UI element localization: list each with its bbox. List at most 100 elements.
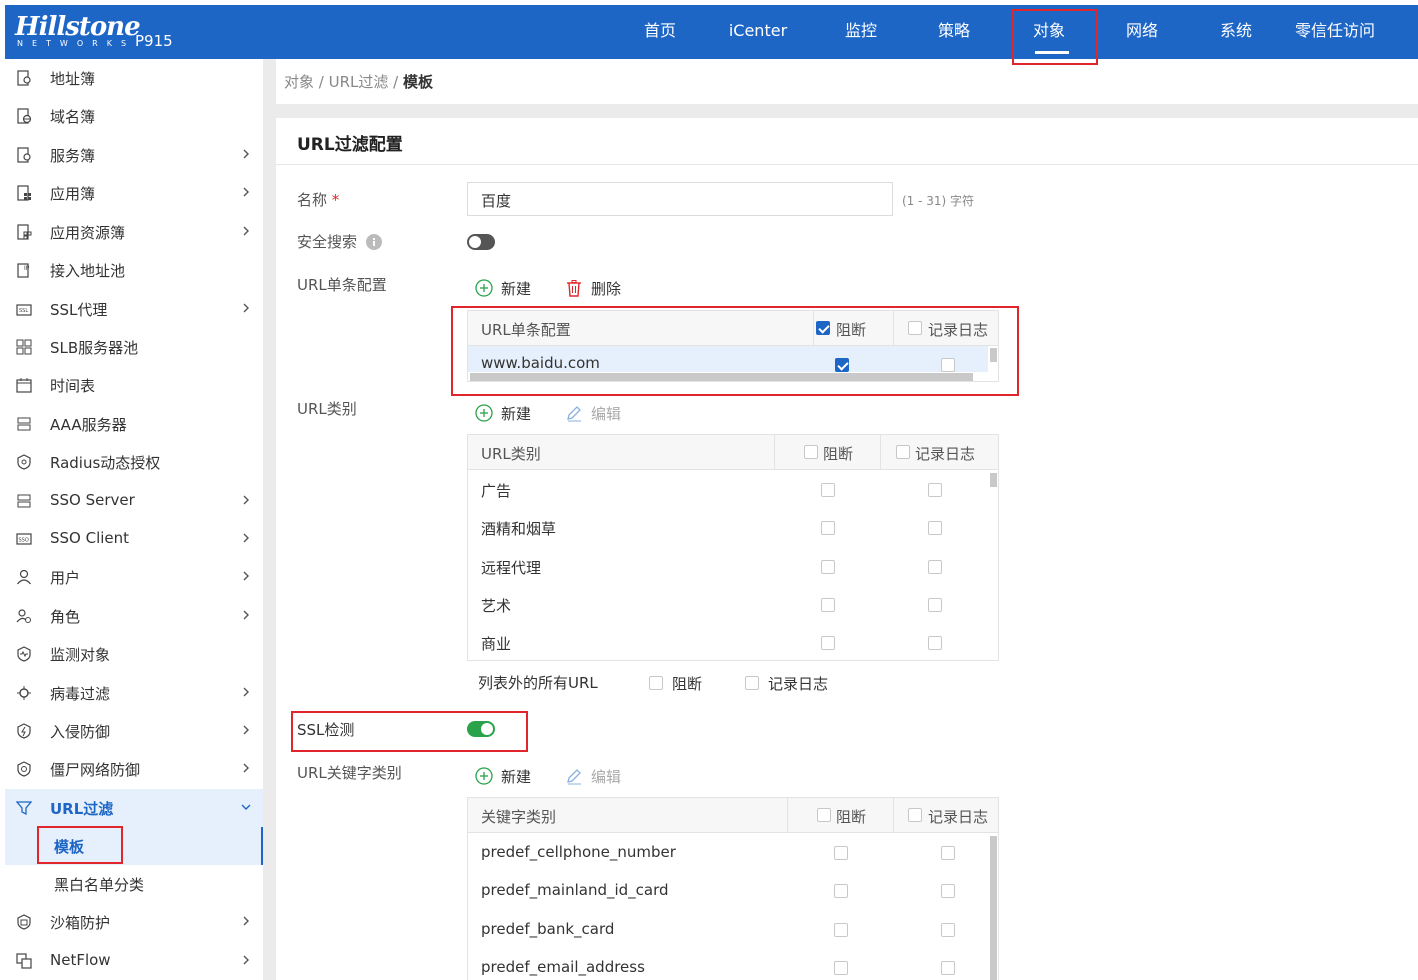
row-log-checkbox[interactable] [928, 636, 942, 650]
table-header: 关键字类别 阻断 记录日志 [468, 798, 998, 833]
sidebar-item-label: SSL代理 [50, 301, 108, 319]
svg-text:SSL: SSL [19, 308, 28, 314]
sidebar-item-ips[interactable]: 入侵防御 [5, 712, 263, 750]
header-log-checkbox[interactable] [908, 808, 922, 822]
sidebar-subitem-blackwhite-list[interactable]: 黑白名单分类 [5, 865, 263, 903]
sidebar-item-url-filter[interactable]: URL过滤 [5, 789, 263, 827]
row-log-checkbox[interactable] [928, 598, 942, 612]
sidebar-item-label: 域名簿 [50, 108, 96, 126]
row-log-checkbox[interactable] [941, 358, 955, 372]
row-block-checkbox[interactable] [834, 923, 848, 937]
nav-system[interactable]: 系统 [1196, 5, 1276, 59]
nav-monitor[interactable]: 监控 [821, 5, 901, 59]
sidebar-item-address-book[interactable]: 地址簿 [5, 59, 263, 97]
sidebar-item-sandbox[interactable]: 沙箱防护 [5, 903, 263, 941]
header-block-checkbox[interactable] [817, 808, 831, 822]
breadcrumb-path[interactable]: 对象 / URL过滤 / [284, 73, 403, 91]
edit-pencil-icon [567, 769, 581, 785]
row-log-checkbox[interactable] [928, 560, 942, 574]
sidebar-item-domain-book[interactable]: 域名簿 [5, 97, 263, 135]
botnet-shield-icon [17, 761, 31, 777]
row-block-checkbox[interactable] [834, 961, 848, 975]
horizontal-scrollbar[interactable] [470, 373, 973, 381]
sidebar-item-virus-filter[interactable]: 病毒过滤 [5, 674, 263, 712]
row-log-checkbox[interactable] [928, 521, 942, 535]
radius-icon [17, 454, 31, 470]
row-block-checkbox[interactable] [834, 884, 848, 898]
header-log-checkbox[interactable] [896, 445, 910, 459]
row-log-checkbox[interactable] [941, 923, 955, 937]
safe-search-toggle[interactable] [467, 234, 495, 250]
header-block-checkbox[interactable] [804, 445, 818, 459]
row-block-checkbox[interactable] [821, 636, 835, 650]
vertical-scrollbar[interactable] [990, 348, 997, 362]
vertical-scrollbar[interactable] [990, 473, 997, 487]
table-row[interactable]: predef_bank_card [468, 911, 988, 949]
row-log-checkbox[interactable] [928, 483, 942, 497]
category-cell: 远程代理 [481, 559, 542, 577]
chevron-right-icon [243, 763, 249, 773]
edit-button-label: 编辑 [591, 768, 622, 786]
sidebar-item-sso-client[interactable]: SSO SSO Client [5, 520, 263, 558]
row-log-checkbox[interactable] [941, 961, 955, 975]
nav-network[interactable]: 网络 [1102, 5, 1182, 59]
sidebar-item-role[interactable]: 角色 [5, 597, 263, 635]
table-row[interactable]: predef_mainland_id_card [468, 872, 988, 910]
column-divider [813, 311, 814, 346]
name-field[interactable]: 百度 [467, 182, 893, 216]
row-block-checkbox[interactable] [821, 483, 835, 497]
sidebar-item-netflow[interactable]: NetFlow [5, 942, 263, 980]
sidebar-item-user[interactable]: 用户 [5, 558, 263, 596]
row-block-checkbox[interactable] [834, 846, 848, 860]
sidebar-item-sso-server[interactable]: SSO Server [5, 482, 263, 520]
page-title: URL过滤配置 [297, 135, 403, 155]
all-urls-log-label: 记录日志 [768, 675, 829, 693]
table-row[interactable]: predef_cellphone_number [468, 834, 988, 872]
header-block-checkbox[interactable] [816, 321, 830, 335]
nav-zero-trust[interactable]: 零信任访问 [1280, 5, 1390, 59]
sidebar-item-label: 僵尸网络防御 [50, 761, 141, 779]
toggle-knob [469, 236, 481, 248]
nav-policy[interactable]: 策略 [914, 5, 994, 59]
header-log-checkbox[interactable] [908, 321, 922, 335]
row-block-checkbox[interactable] [835, 358, 849, 372]
all-urls-log-checkbox[interactable] [745, 676, 759, 690]
table-row[interactable]: 艺术 [468, 586, 988, 624]
sidebar-item-aaa-server[interactable]: AAA服务器 [5, 405, 263, 443]
row-block-checkbox[interactable] [821, 598, 835, 612]
table-row[interactable]: predef_email_address [468, 949, 988, 980]
info-icon[interactable] [366, 234, 382, 250]
device-model: P915 [135, 32, 173, 50]
ssl-inspection-toggle[interactable] [467, 721, 495, 737]
virus-filter-icon [17, 686, 31, 700]
sidebar-item-radius[interactable]: Radius动态授权 [5, 443, 263, 481]
all-urls-block-checkbox[interactable] [649, 676, 663, 690]
row-block-checkbox[interactable] [821, 560, 835, 574]
table-row[interactable]: www.baidu.com [468, 346, 988, 372]
sidebar-item-service-book[interactable]: 服务簿 [5, 136, 263, 174]
sidebar-item-monitor-object[interactable]: 监测对象 [5, 635, 263, 673]
nav-icenter[interactable]: iCenter [718, 5, 798, 59]
table-row[interactable]: 远程代理 [468, 548, 988, 586]
chevron-right-icon [243, 916, 249, 926]
row-log-checkbox[interactable] [941, 884, 955, 898]
sidebar-item-app-book[interactable]: 应用簿 [5, 174, 263, 212]
sidebar-item-slb-pool[interactable]: SLB服务器池 [5, 328, 263, 366]
row-block-checkbox[interactable] [821, 521, 835, 535]
row-log-checkbox[interactable] [941, 846, 955, 860]
user-icon [17, 569, 31, 585]
sidebar-subitem-template[interactable]: 模板 [5, 827, 263, 865]
sidebar-item-ssl-proxy[interactable]: SSL SSL代理 [5, 290, 263, 328]
vertical-scrollbar[interactable] [990, 836, 997, 980]
nav-home[interactable]: 首页 [620, 5, 700, 59]
sidebar-item-ip-pool[interactable]: IP 接入地址池 [5, 251, 263, 289]
sidebar-item-app-resource-book[interactable]: 应用资源簿 [5, 213, 263, 251]
sidebar-item-botnet[interactable]: 僵尸网络防御 [5, 750, 263, 788]
sidebar-item-schedule[interactable]: 时间表 [5, 366, 263, 404]
hillstone-logo[interactable]: Hillstone [15, 14, 141, 40]
edit-button-label: 编辑 [591, 405, 622, 423]
sidebar: 地址簿 域名簿 服务簿 应用簿 应用资源簿 IP 接入地址池 SSL SSL代理… [5, 59, 263, 980]
table-row[interactable]: 酒精和烟草 [468, 509, 988, 547]
table-row[interactable]: 商业 [468, 624, 988, 660]
table-row[interactable]: 广告 [468, 471, 988, 509]
